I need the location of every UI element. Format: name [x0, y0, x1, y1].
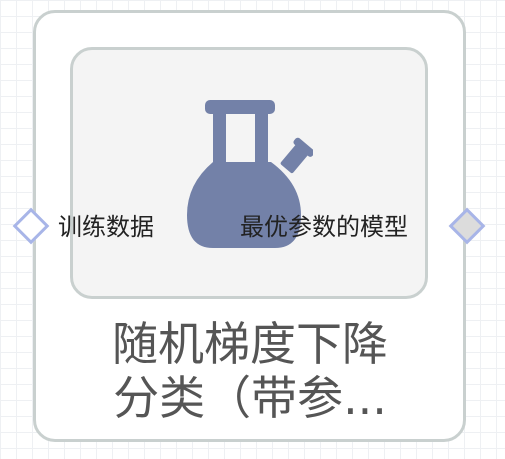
node-title-line1: 随机梯度下降 [112, 317, 388, 371]
output-port-label: 最优参数的模型 [240, 213, 408, 241]
node-title-line2: 分类（带参... [113, 371, 387, 425]
input-port-label: 训练数据 [58, 213, 154, 241]
